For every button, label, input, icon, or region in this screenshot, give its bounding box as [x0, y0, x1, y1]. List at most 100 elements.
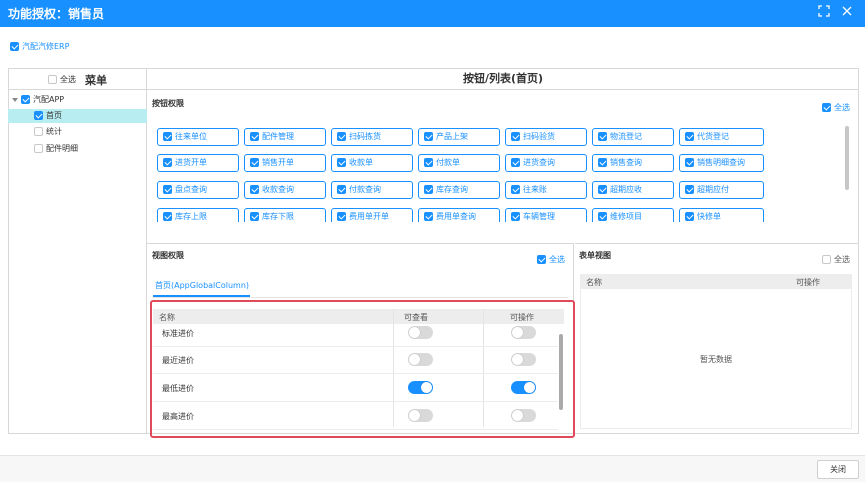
- permission-label: 盘点查询: [175, 185, 207, 194]
- permission-button[interactable]: 超期应付: [679, 181, 764, 199]
- buttons-header: 按钮/列表(首页): [147, 68, 859, 90]
- permission-label: 配件管理: [262, 132, 294, 141]
- permission-label: 超期应付: [697, 185, 729, 194]
- permission-check[interactable]: [598, 212, 607, 221]
- permission-check[interactable]: [598, 158, 607, 167]
- permission-button[interactable]: 库存查询: [418, 181, 500, 199]
- permission-button[interactable]: 维修项目: [592, 208, 674, 222]
- tree-item-parts[interactable]: 配件明细: [8, 142, 147, 156]
- permission-button[interactable]: 收款查询: [244, 181, 326, 199]
- permission-button[interactable]: 往来账: [505, 181, 587, 199]
- permission-button[interactable]: 快修单: [679, 208, 764, 222]
- permission-check[interactable]: [685, 185, 694, 194]
- permission-button[interactable]: 代货登记: [679, 128, 764, 146]
- permission-button[interactable]: 扫码拣货: [331, 128, 413, 146]
- permission-label: 库存查询: [436, 185, 468, 194]
- permission-label: 库存下限: [262, 212, 294, 221]
- permission-button[interactable]: 超期应收: [592, 181, 674, 199]
- menu-header: 全选 菜单: [8, 68, 147, 90]
- permission-check[interactable]: [685, 132, 694, 141]
- permission-check[interactable]: [685, 158, 694, 167]
- menu-select-all[interactable]: 全选: [48, 74, 76, 85]
- permission-check[interactable]: [424, 158, 433, 167]
- permission-check[interactable]: [598, 185, 607, 194]
- permission-check[interactable]: [511, 185, 520, 194]
- chevron-down-icon[interactable]: [12, 97, 18, 102]
- close-button[interactable]: 关闭: [817, 460, 859, 479]
- permission-label: 进货开单: [175, 158, 207, 167]
- permission-label: 车辆管理: [523, 212, 555, 221]
- permission-button[interactable]: 库存下限: [244, 208, 326, 222]
- erp-check-icon[interactable]: [10, 42, 19, 51]
- permission-button[interactable]: 物流登记: [592, 128, 674, 146]
- tree-item-stats[interactable]: 统计: [8, 125, 147, 139]
- form-select-all[interactable]: 全选: [822, 254, 850, 265]
- permission-button[interactable]: 付款单: [418, 154, 500, 172]
- buttons-scrollbar[interactable]: [845, 126, 849, 190]
- permission-button[interactable]: 付款查询: [331, 181, 413, 199]
- permission-button[interactable]: 往来单位: [157, 128, 239, 146]
- permission-check[interactable]: [163, 185, 172, 194]
- view-select-all-check[interactable]: [537, 255, 546, 264]
- tree-check[interactable]: [34, 144, 43, 153]
- permission-button[interactable]: 扫码验货: [505, 128, 587, 146]
- tree-check[interactable]: [34, 111, 43, 120]
- permission-check[interactable]: [163, 132, 172, 141]
- tab-home-global-column[interactable]: 首页(AppGlobalColumn): [155, 280, 249, 291]
- menu-select-all-check[interactable]: [48, 75, 57, 84]
- permission-button[interactable]: 销售明细查询: [679, 154, 764, 172]
- buttons-section-label: 按钮权限: [152, 99, 184, 108]
- permission-check[interactable]: [424, 185, 433, 194]
- permission-check[interactable]: [511, 158, 520, 167]
- buttons-select-all-check[interactable]: [822, 103, 831, 112]
- tree-check[interactable]: [34, 127, 43, 136]
- permission-check[interactable]: [163, 212, 172, 221]
- permission-check[interactable]: [337, 185, 346, 194]
- permission-check[interactable]: [337, 132, 346, 141]
- permission-button[interactable]: 产品上架: [418, 128, 500, 146]
- permission-button[interactable]: 配件管理: [244, 128, 326, 146]
- view-select-all[interactable]: 全选: [537, 254, 565, 265]
- permission-label: 快修单: [697, 212, 721, 221]
- erp-checkbox[interactable]: 汽配汽修ERP: [10, 41, 69, 52]
- permission-button[interactable]: 进货查询: [505, 154, 587, 172]
- buttons-select-all[interactable]: 全选: [822, 102, 850, 113]
- permission-check[interactable]: [250, 132, 259, 141]
- tab-active-indicator: [153, 295, 250, 297]
- permission-check[interactable]: [598, 132, 607, 141]
- permission-check[interactable]: [424, 212, 433, 221]
- form-col-operate: 可操作: [796, 278, 820, 287]
- tree-item-home[interactable]: 首页: [8, 109, 147, 123]
- close-icon[interactable]: [840, 5, 854, 19]
- tree-item-label: 统计: [46, 127, 62, 136]
- permission-check[interactable]: [685, 212, 694, 221]
- erp-label: 汽配汽修ERP: [22, 42, 70, 51]
- permission-check[interactable]: [337, 212, 346, 221]
- permission-check[interactable]: [250, 212, 259, 221]
- form-select-all-check[interactable]: [822, 255, 831, 264]
- permission-button[interactable]: 盘点查询: [157, 181, 239, 199]
- permission-check[interactable]: [511, 212, 520, 221]
- permission-label: 超期应收: [610, 185, 642, 194]
- permission-button[interactable]: 费用单查询: [418, 208, 500, 222]
- form-table-header: 名称 可操作: [580, 274, 852, 289]
- permission-button[interactable]: 销售查询: [592, 154, 674, 172]
- permission-check[interactable]: [337, 158, 346, 167]
- tree-item-label: 汽配APP: [33, 95, 65, 104]
- permission-button[interactable]: 销售开单: [244, 154, 326, 172]
- permission-check[interactable]: [163, 158, 172, 167]
- buttons-select-all-label: 全选: [834, 103, 850, 112]
- permission-check[interactable]: [250, 185, 259, 194]
- permission-label: 维修项目: [610, 212, 642, 221]
- tree-item-app[interactable]: 汽配APP: [8, 93, 147, 107]
- permission-button[interactable]: 进货开单: [157, 154, 239, 172]
- permission-check[interactable]: [511, 132, 520, 141]
- permission-check[interactable]: [424, 132, 433, 141]
- permission-button[interactable]: 车辆管理: [505, 208, 587, 222]
- maximize-icon[interactable]: [817, 5, 831, 19]
- permission-button[interactable]: 费用单开单: [331, 208, 413, 222]
- tree-check[interactable]: [21, 95, 30, 104]
- permission-button[interactable]: 库存上限: [157, 208, 239, 222]
- permission-check[interactable]: [250, 158, 259, 167]
- permission-button[interactable]: 收款单: [331, 154, 413, 172]
